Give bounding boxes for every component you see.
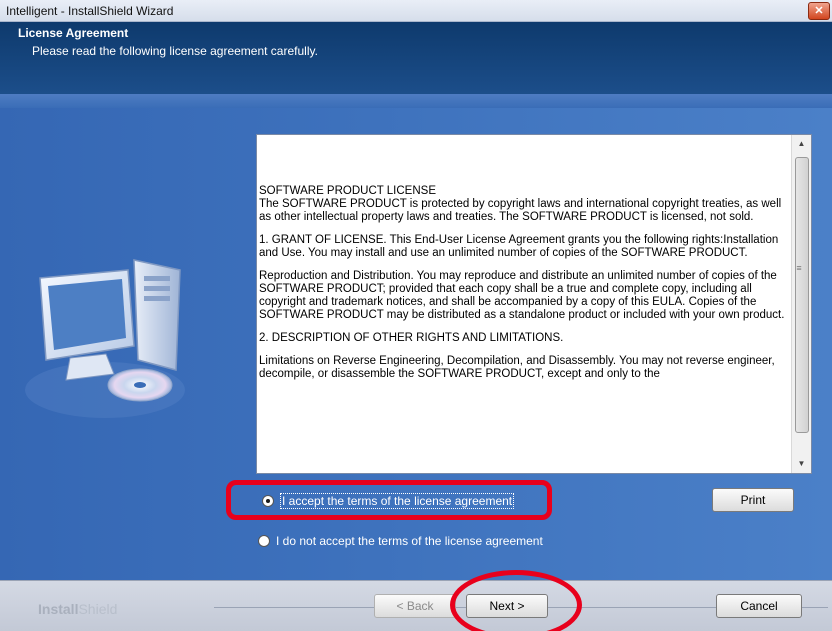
license-paragraph: Reproduction and Distribution. You may r… — [259, 270, 785, 321]
license-paragraph: SOFTWARE PRODUCT LICENSE The SOFTWARE PR… — [259, 185, 782, 223]
license-text-box[interactable]: SOFTWARE PRODUCT LICENSE The SOFTWARE PR… — [256, 134, 812, 474]
header-divider — [0, 94, 832, 108]
title-bar[interactable]: Intelligent - InstallShield Wizard ✕ — [0, 0, 832, 22]
page-title: License Agreement — [18, 26, 129, 40]
accept-label[interactable]: I accept the terms of the license agreem… — [280, 493, 515, 509]
brand-light: Shield — [78, 601, 118, 617]
accept-radio[interactable] — [262, 495, 274, 507]
cancel-button[interactable]: Cancel — [716, 594, 802, 618]
wizard-header: License Agreement Please read the follow… — [0, 22, 832, 94]
installshield-wizard-window: Intelligent - InstallShield Wizard ✕ Lic… — [0, 0, 832, 631]
decline-radio[interactable] — [258, 535, 270, 547]
accept-option[interactable]: I accept the terms of the license agreem… — [262, 493, 515, 509]
scroll-thumb[interactable] — [795, 157, 809, 433]
close-icon: ✕ — [814, 5, 824, 17]
license-paragraph: 1. GRANT OF LICENSE. This End-User Licen… — [259, 234, 779, 259]
decline-label[interactable]: I do not accept the terms of the license… — [276, 534, 543, 548]
brand-bold: Install — [38, 601, 79, 617]
installshield-logo: InstallShield — [38, 601, 117, 617]
scroll-down-arrow-icon[interactable]: ▼ — [792, 455, 811, 473]
license-paragraph: Limitations on Reverse Engineering, Deco… — [259, 355, 775, 380]
computer-cd-icon — [10, 250, 210, 430]
scroll-grip-icon: ≡ — [796, 263, 802, 273]
license-scrollbar[interactable]: ▲ ≡ ▼ — [791, 135, 811, 473]
scroll-up-arrow-icon[interactable]: ▲ — [792, 135, 811, 153]
annotation-highlight-ellipse — [450, 570, 582, 631]
print-button[interactable]: Print — [712, 488, 794, 512]
license-text: SOFTWARE PRODUCT LICENSE The SOFTWARE PR… — [259, 185, 785, 471]
license-paragraph: 2. DESCRIPTION OF OTHER RIGHTS AND LIMIT… — [259, 332, 564, 344]
page-subtitle: Please read the following license agreem… — [32, 44, 318, 58]
close-button[interactable]: ✕ — [808, 2, 830, 20]
window-title: Intelligent - InstallShield Wizard — [6, 4, 174, 18]
decline-option[interactable]: I do not accept the terms of the license… — [258, 534, 543, 548]
back-button[interactable]: < Back — [374, 594, 456, 618]
